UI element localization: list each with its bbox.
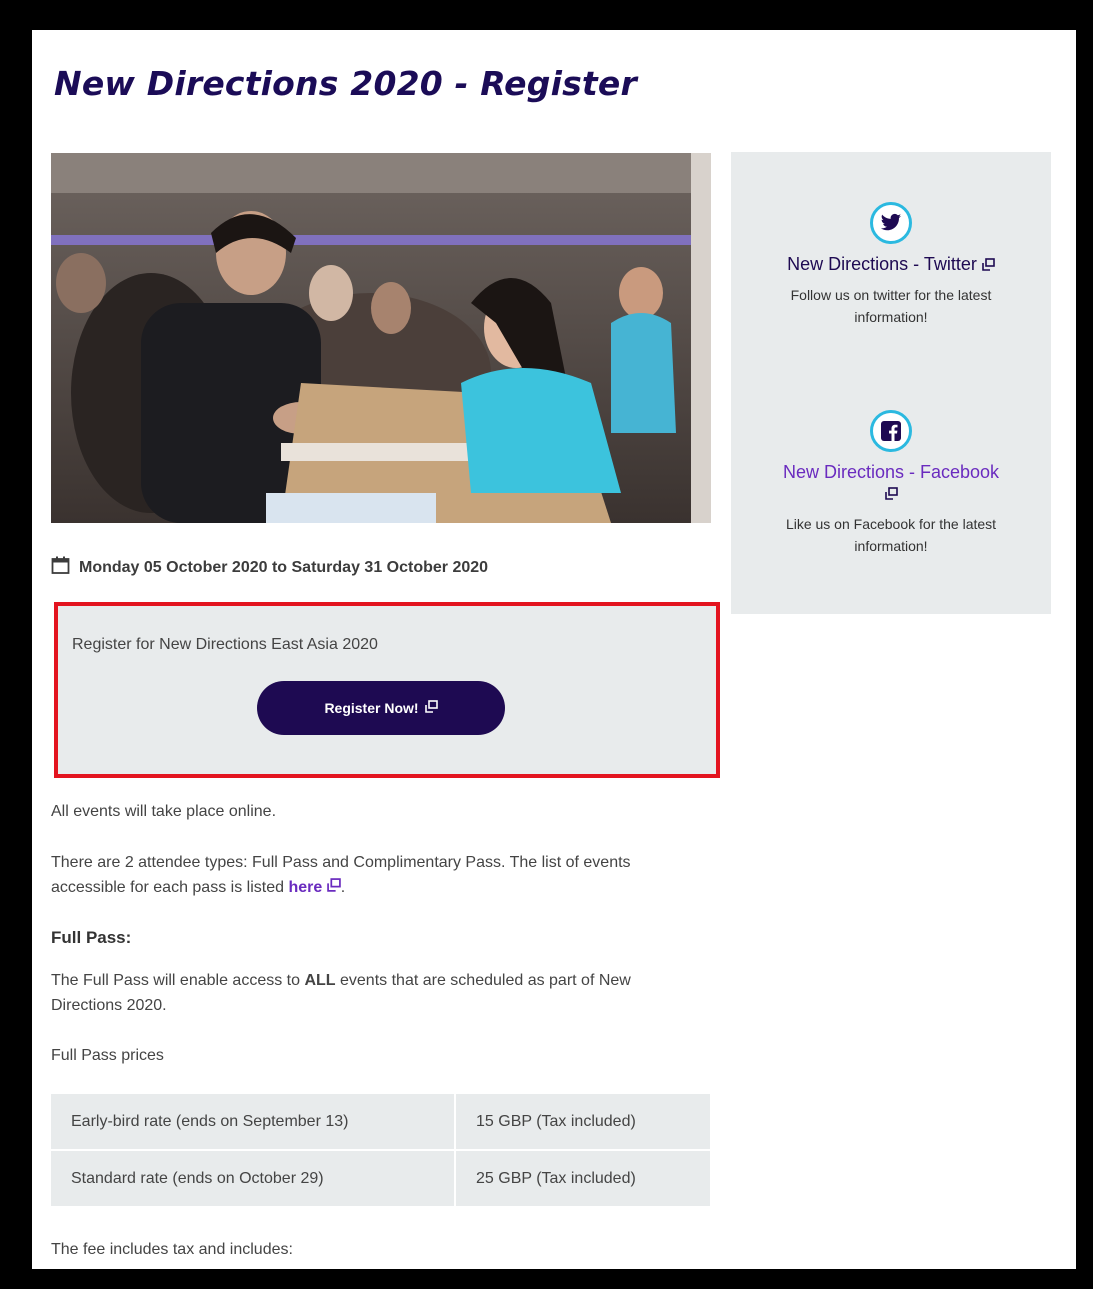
facebook-description: Like us on Facebook for the latest infor… xyxy=(785,515,997,554)
twitter-description: Follow us on twitter for the latest info… xyxy=(790,286,992,325)
event-date-text: Monday 05 October 2020 to Saturday 31 Oc… xyxy=(79,559,489,576)
rate-cell: Early-bird rate (ends on September 13) xyxy=(51,1094,455,1150)
table-row: Standard rate (ends on October 29) 25 GB… xyxy=(51,1149,710,1206)
register-text: Register for New Directions East Asia 20… xyxy=(72,636,378,653)
register-now-button[interactable]: Register Now! xyxy=(257,681,505,735)
twitter-link[interactable]: New Directions - Twitter xyxy=(731,254,1051,276)
external-link-icon xyxy=(982,255,995,276)
attendee-suffix: . xyxy=(340,879,346,896)
page-title: New Directions 2020 - Register xyxy=(54,64,637,103)
facebook-block: New Directions - Facebook Like us on Fac… xyxy=(731,410,1051,557)
calendar-icon xyxy=(51,556,70,580)
table-row: Early-bird rate (ends on September 13) 1… xyxy=(51,1094,710,1150)
twitter-link-label: New Directions - Twitter xyxy=(787,254,977,274)
facebook-icon[interactable] xyxy=(870,410,912,452)
external-link-icon xyxy=(884,484,898,505)
facebook-link[interactable]: New Directions - Facebook xyxy=(731,462,1051,505)
full-pass-text-before: The Full Pass will enable access to xyxy=(51,972,305,989)
full-pass-text-bold: ALL xyxy=(304,972,336,989)
price-cell: 25 GBP (Tax included) xyxy=(454,1149,710,1206)
external-link-icon xyxy=(326,875,341,900)
here-link-label: here xyxy=(288,879,323,896)
rate-cell: Standard rate (ends on October 29) xyxy=(51,1149,455,1206)
register-button-label: Register Now! xyxy=(324,700,419,716)
here-link[interactable]: here xyxy=(288,878,341,896)
prices-label: Full Pass prices xyxy=(51,1047,164,1064)
online-note: All events will take place online. xyxy=(51,803,277,820)
event-date: Monday 05 October 2020 to Saturday 31 Oc… xyxy=(51,556,488,580)
full-pass-heading: Full Pass: xyxy=(51,928,132,947)
register-box: Register for New Directions East Asia 20… xyxy=(54,602,720,778)
twitter-block: New Directions - Twitter Follow us on tw… xyxy=(731,202,1051,328)
full-pass-paragraph: The Full Pass will enable access to ALL … xyxy=(51,968,671,1018)
social-sidebar: New Directions - Twitter Follow us on tw… xyxy=(731,152,1051,614)
event-photo xyxy=(51,153,711,523)
attendee-types-paragraph: There are 2 attendee types: Full Pass an… xyxy=(51,850,671,900)
twitter-icon[interactable] xyxy=(870,202,912,244)
price-table: Early-bird rate (ends on September 13) 1… xyxy=(51,1094,710,1206)
facebook-link-label: New Directions - Facebook xyxy=(782,462,1000,482)
price-cell: 15 GBP (Tax included) xyxy=(454,1094,710,1150)
fee-note: The fee includes tax and includes: xyxy=(51,1241,293,1258)
external-link-icon xyxy=(424,700,438,716)
